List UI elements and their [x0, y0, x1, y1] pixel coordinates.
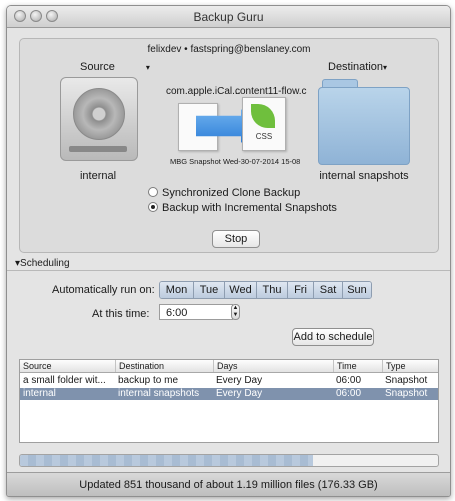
hard-disk-icon[interactable] [60, 77, 138, 161]
account-label: felixdev • fastspring@benslaney.com [147, 44, 311, 55]
time-label: At this time: [92, 308, 150, 320]
destination-name: internal snapshots [319, 170, 409, 182]
col-time[interactable]: Time [333, 360, 382, 372]
weekday-selector: Mon Tue Wed Thu Fri Sat Sun [159, 281, 372, 299]
mode-clone-option[interactable]: Synchronized Clone Backup [148, 187, 300, 199]
divider [7, 270, 450, 271]
day-tue[interactable]: Tue [193, 282, 224, 298]
scheduling-header: Scheduling [20, 258, 70, 269]
mode-snapshot-option[interactable]: Backup with Incremental Snapshots [148, 202, 337, 214]
day-wed[interactable]: Wed [224, 282, 256, 298]
title-bar: Backup Guru [7, 6, 450, 28]
backup-panel: felixdev • fastspring@benslaney.com Sour… [19, 38, 439, 253]
mode-clone-label: Synchronized Clone Backup [162, 187, 301, 199]
chevron-down-icon: ▾ [145, 63, 150, 72]
chevron-down-icon: ▾ [383, 63, 388, 72]
col-source[interactable]: Source [20, 360, 115, 372]
source-label: Source [80, 61, 115, 73]
to-file-label: content11-flow.c [235, 86, 307, 97]
time-stepper[interactable]: ▲ ▼ [231, 304, 240, 320]
table-row[interactable]: a small folder wit... backup to me Every… [20, 375, 438, 387]
table-header: Source Destination Days Time Type [20, 360, 438, 373]
col-days[interactable]: Days [213, 360, 333, 372]
add-to-schedule-button[interactable]: Add to schedule [292, 328, 374, 346]
schedule-table: Source Destination Days Time Type a smal… [19, 359, 439, 443]
day-thu[interactable]: Thu [256, 282, 287, 298]
stop-button[interactable]: Stop [212, 230, 260, 248]
css-file-icon: CSS [242, 97, 286, 151]
file-type-label: CSS [255, 132, 273, 141]
day-sat[interactable]: Sat [313, 282, 342, 298]
folder-icon[interactable] [318, 79, 410, 165]
radio-clone[interactable] [148, 187, 158, 197]
source-menu[interactable]: Source ▾ [80, 61, 150, 73]
status-text: Updated 851 thousand of about 1.19 milli… [7, 472, 450, 496]
snapshot-label: MBG Snapshot Wed-30-07-2014 15-08 [170, 157, 301, 166]
app-window: Backup Guru felixdev • fastspring@bensla… [6, 5, 451, 497]
radio-snapshot[interactable] [148, 202, 158, 212]
day-fri[interactable]: Fri [287, 282, 313, 298]
day-sun[interactable]: Sun [342, 282, 371, 298]
leaf-icon [251, 104, 275, 128]
day-mon[interactable]: Mon [160, 282, 193, 298]
from-file-label: com.apple.iCal... [166, 86, 241, 97]
col-destination[interactable]: Destination [115, 360, 213, 372]
table-row-selected[interactable]: internal internal snapshots Every Day 06… [20, 388, 438, 400]
scheduling-disclosure[interactable]: ▾Scheduling [15, 258, 70, 269]
window-title: Backup Guru [193, 10, 264, 24]
auto-run-label: Automatically run on: [52, 284, 155, 296]
progress-fill [20, 455, 313, 466]
destination-menu[interactable]: Destination▾ [328, 61, 387, 73]
col-type[interactable]: Type [382, 360, 438, 372]
source-name: internal [79, 170, 117, 182]
progress-bar [19, 454, 439, 467]
mode-snapshot-label: Backup with Incremental Snapshots [162, 202, 337, 214]
time-field[interactable]: 6:00 [159, 304, 233, 320]
destination-label: Destination [328, 61, 384, 73]
